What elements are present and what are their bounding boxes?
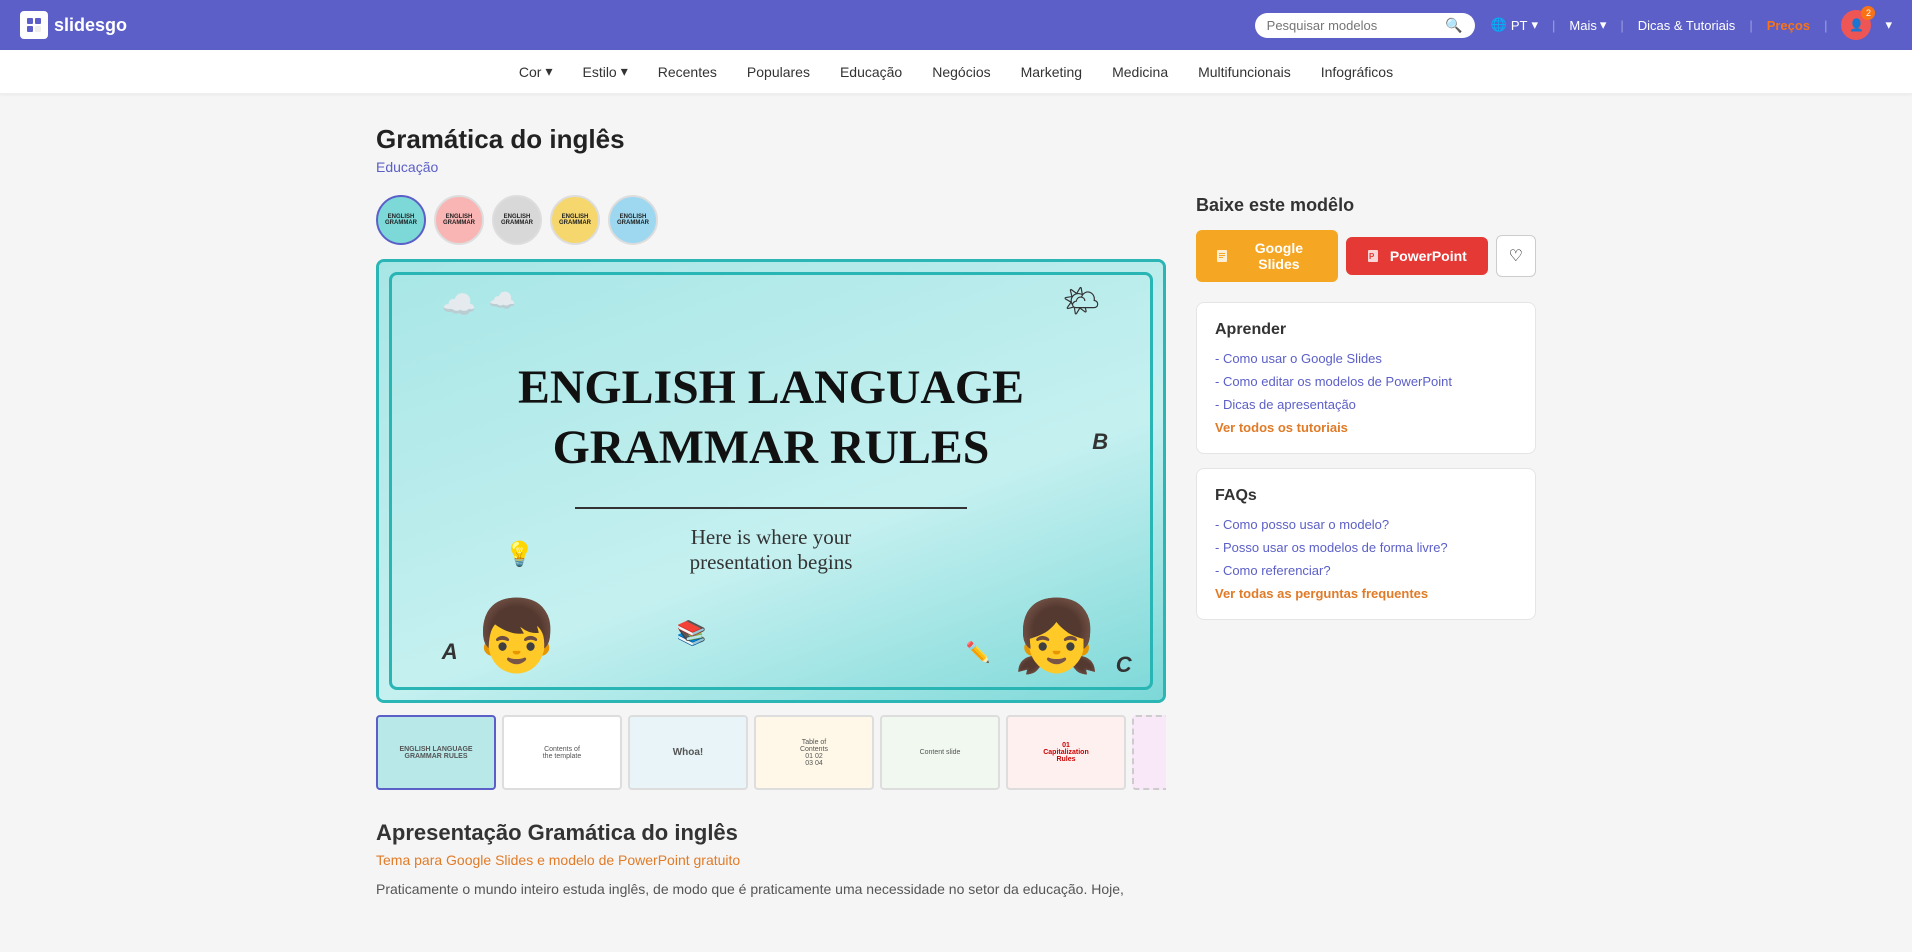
faq-link-3[interactable]: - Como referenciar? xyxy=(1215,563,1517,578)
description-section: Apresentação Gramática do inglês Tema pa… xyxy=(376,820,1536,900)
thumb-3[interactable]: Whoa! xyxy=(628,715,748,790)
bulb-icon: 💡 xyxy=(504,540,534,569)
slide-main-title: English LanguageGrammar Rules xyxy=(497,358,1046,477)
language-selector[interactable]: 🌐 PT ▾ xyxy=(1491,17,1538,33)
logo-text: slidesgo xyxy=(54,15,127,36)
subnav: Cor ▾ Estilo ▾ Recentes Populares Educaç… xyxy=(0,50,1912,94)
chevron-down-icon: ▾ xyxy=(621,63,628,80)
learn-link-3[interactable]: - Dicas de apresentação xyxy=(1215,397,1517,412)
faq-link-1[interactable]: - Como posso usar o modelo? xyxy=(1215,517,1517,532)
chevron-down-icon: ▾ xyxy=(1600,17,1607,33)
learn-card: Aprender - Como usar o Google Slides - C… xyxy=(1196,302,1536,454)
subnav-educacao[interactable]: Educação xyxy=(826,50,916,94)
header: slidesgo 🔍 🌐 PT ▾ | Mais ▾ | Dicas & Tut… xyxy=(0,0,1912,50)
learn-link-1[interactable]: - Como usar o Google Slides xyxy=(1215,351,1517,366)
learn-title: Aprender xyxy=(1215,321,1517,339)
boy-character: 👦 xyxy=(473,596,560,678)
color-variants: ENGLISHGRAMMAR ENGLISHGRAMMAR ENGLISHGRA… xyxy=(376,195,1166,245)
variant-3[interactable]: ENGLISHGRAMMAR xyxy=(492,195,542,245)
favorite-button[interactable]: ♡ xyxy=(1496,235,1536,277)
nav-precos[interactable]: Preços xyxy=(1767,18,1810,33)
thumb-7-partial[interactable]: 👧 xyxy=(1132,715,1166,790)
left-panel: ENGLISHGRAMMAR ENGLISHGRAMMAR ENGLISHGRA… xyxy=(376,195,1166,790)
download-section: Baixe este modêlo Google Slides xyxy=(1196,195,1536,282)
faq-link-2[interactable]: - Posso usar os modelos de forma livre? xyxy=(1215,540,1517,555)
subnav-marketing[interactable]: Marketing xyxy=(1007,50,1096,94)
right-panel: Baixe este modêlo Google Slides xyxy=(1196,195,1536,634)
page-title: Gramática do inglês xyxy=(376,124,1536,155)
download-buttons: Google Slides P PowerPoint ♡ xyxy=(1196,230,1536,282)
divider: | xyxy=(1749,18,1752,33)
cloud2-decoration: ☁️ xyxy=(489,288,516,314)
thumb-6[interactable]: 01CapitalizationRules xyxy=(1006,715,1126,790)
page-category: Educação xyxy=(376,159,1536,175)
letter-a: A xyxy=(442,639,458,665)
nav-dicas[interactable]: Dicas & Tutoriais xyxy=(1638,18,1736,33)
subnav-cor[interactable]: Cor ▾ xyxy=(505,50,567,94)
powerpoint-button[interactable]: P PowerPoint xyxy=(1346,237,1488,275)
globe-icon: 🌐 xyxy=(1491,17,1507,33)
chevron-down-icon: ▾ xyxy=(1531,17,1538,33)
divider: | xyxy=(1620,18,1623,33)
main-content: Gramática do inglês Educação ENGLISHGRAM… xyxy=(356,94,1556,941)
subnav-estilo[interactable]: Estilo ▾ xyxy=(568,50,641,94)
desc-title: Apresentação Gramática do inglês xyxy=(376,820,1536,846)
faqs-see-all[interactable]: Ver todas as perguntas frequentes xyxy=(1215,586,1517,601)
divider: | xyxy=(1824,18,1827,33)
chevron-down-icon[interactable]: ▾ xyxy=(1885,17,1892,33)
subnav-recentes[interactable]: Recentes xyxy=(644,50,731,94)
thumb-5[interactable]: Content slide xyxy=(880,715,1000,790)
search-input[interactable] xyxy=(1267,18,1440,33)
desc-text: Praticamente o mundo inteiro estuda ingl… xyxy=(376,878,1536,900)
letter-c: C xyxy=(1116,652,1132,678)
slide-preview[interactable]: ☁️ ☁️ 🌤 English LanguageGrammar Rules He… xyxy=(376,259,1166,703)
subnav-infograficos[interactable]: Infográficos xyxy=(1307,50,1407,94)
google-slides-icon xyxy=(1214,247,1230,265)
letter-b: B xyxy=(1092,429,1108,455)
subnav-negocios[interactable]: Negócios xyxy=(918,50,1004,94)
thumb-2[interactable]: Contents ofthe template xyxy=(502,715,622,790)
nav-mais[interactable]: Mais ▾ xyxy=(1569,17,1606,33)
variant-1[interactable]: ENGLISHGRAMMAR xyxy=(376,195,426,245)
slide-subtitle: Here is where yourpresentation begins xyxy=(614,525,928,575)
sun-decoration: 🌤 xyxy=(1062,284,1100,319)
variant-2[interactable]: ENGLISHGRAMMAR xyxy=(434,195,484,245)
logo-icon xyxy=(20,11,48,39)
divider: | xyxy=(1552,18,1555,33)
svg-text:P: P xyxy=(1369,252,1375,261)
girl-character: 👧 xyxy=(1013,596,1100,678)
powerpoint-icon: P xyxy=(1364,247,1382,265)
thumbnail-strip: English LanguageGrammar Rules Contents o… xyxy=(376,715,1166,790)
content-area: ENGLISHGRAMMAR ENGLISHGRAMMAR ENGLISHGRA… xyxy=(376,195,1536,790)
books-decoration: 📚 xyxy=(677,619,707,648)
logo[interactable]: slidesgo xyxy=(20,11,127,39)
desc-subtitle: Tema para Google Slides e modelo de Powe… xyxy=(376,852,1536,868)
avatar[interactable]: 👤 2 xyxy=(1841,10,1871,40)
notification-badge: 2 xyxy=(1861,6,1875,20)
search-bar: 🔍 xyxy=(1255,13,1475,38)
google-slides-button[interactable]: Google Slides xyxy=(1196,230,1338,282)
pencil-decoration: ✏️ xyxy=(966,640,991,665)
variant-4[interactable]: ENGLISHGRAMMAR xyxy=(550,195,600,245)
lang-label: PT xyxy=(1511,18,1528,33)
header-nav: 🌐 PT ▾ | Mais ▾ | Dicas & Tutoriais | Pr… xyxy=(1491,10,1892,40)
chevron-down-icon: ▾ xyxy=(545,63,552,80)
cloud-decoration: ☁️ xyxy=(442,288,477,321)
download-title: Baixe este modêlo xyxy=(1196,195,1536,216)
learn-see-all[interactable]: Ver todos os tutoriais xyxy=(1215,420,1517,435)
subnav-multifuncionais[interactable]: Multifuncionais xyxy=(1184,50,1305,94)
thumb-4[interactable]: Table ofContents01 0203 04 xyxy=(754,715,874,790)
thumb-1[interactable]: English LanguageGrammar Rules xyxy=(376,715,496,790)
slide-underline xyxy=(575,507,967,509)
heart-icon: ♡ xyxy=(1509,248,1523,265)
variant-5[interactable]: ENGLISHGRAMMAR xyxy=(608,195,658,245)
faqs-title: FAQs xyxy=(1215,487,1517,505)
faqs-card: FAQs - Como posso usar o modelo? - Posso… xyxy=(1196,468,1536,620)
search-icon: 🔍 xyxy=(1445,17,1462,34)
learn-link-2[interactable]: - Como editar os modelos de PowerPoint xyxy=(1215,374,1517,389)
subnav-medicina[interactable]: Medicina xyxy=(1098,50,1182,94)
subnav-populares[interactable]: Populares xyxy=(733,50,824,94)
